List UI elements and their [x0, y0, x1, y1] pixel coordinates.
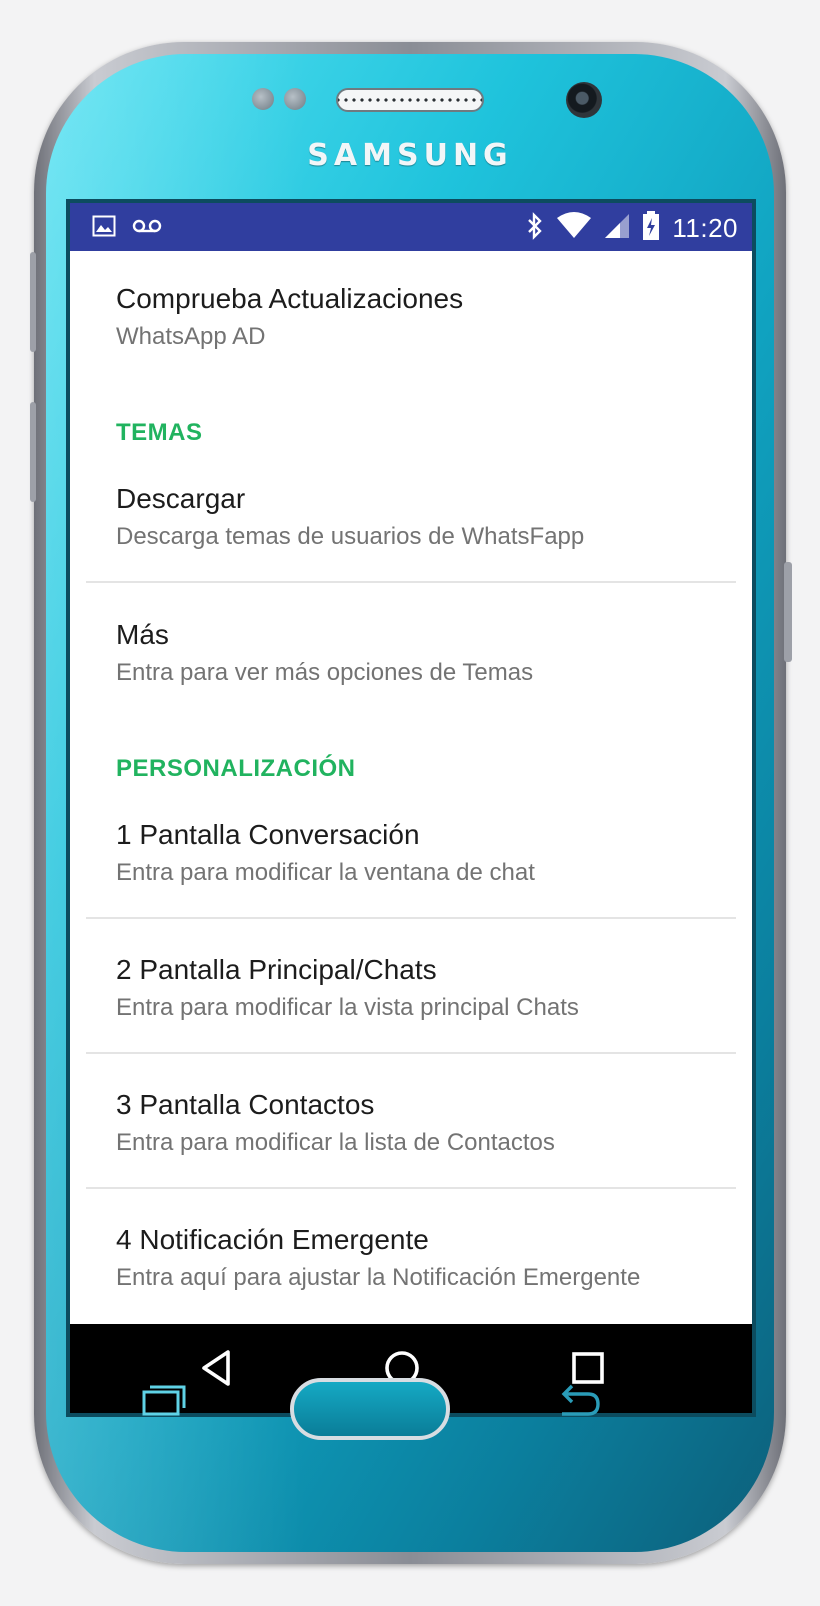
pref-pantalla-conversacion[interactable]: 1 Pantalla Conversación Entra para modif…: [86, 787, 736, 921]
pref-title: 2 Pantalla Principal/Chats: [116, 954, 437, 985]
pref-summary: Entra para modificar la ventana de chat: [116, 859, 535, 886]
category-personalizacion: PERSONALIZACIÓN: [116, 755, 356, 782]
pref-summary: Entra para modificar la lista de Contact…: [116, 1129, 555, 1156]
divider: [86, 1187, 736, 1189]
pref-title: Descargar: [116, 483, 246, 514]
signal-icon: [604, 213, 630, 244]
image-icon: [92, 215, 116, 242]
pref-summary: Entra aquí para ajustar la Notificación …: [116, 1264, 641, 1291]
pref-notificacion-emergente[interactable]: 4 Notificación Emergente Entra aquí para…: [86, 1192, 736, 1326]
pref-pantalla-principal[interactable]: 2 Pantalla Principal/Chats Entra para mo…: [86, 922, 736, 1056]
pref-summary: Entra para ver más opciones de Temas: [116, 659, 534, 686]
pref-pantalla-contactos[interactable]: 3 Pantalla Contactos Entra para modifica…: [86, 1057, 736, 1191]
battery-charging-icon: [642, 211, 660, 246]
pref-title: 1 Pantalla Conversación: [116, 819, 420, 850]
pref-descargar[interactable]: Descargar Descarga temas de usuarios de …: [86, 451, 736, 585]
light-sensor: [284, 88, 306, 110]
pref-mas[interactable]: Más Entra para ver más opciones de Temas: [86, 587, 736, 721]
pref-title: 3 Pantalla Contactos: [116, 1089, 375, 1120]
back-icon[interactable]: [194, 1344, 242, 1392]
proximity-sensor: [252, 88, 274, 110]
earpiece-speaker: [336, 88, 484, 112]
pref-title: Más: [116, 619, 169, 650]
front-camera: [566, 82, 602, 118]
pref-summary: WhatsApp AD: [116, 323, 266, 350]
status-time: 11:20: [672, 213, 738, 243]
volume-button: [30, 252, 36, 352]
category-temas: TEMAS: [116, 419, 203, 446]
hardware-recents-icon[interactable]: [142, 1384, 186, 1416]
screen: 11:20 Comprueba Actualizaciones WhatsApp…: [70, 203, 752, 1413]
status-bar: 11:20: [70, 203, 752, 251]
divider: [86, 1052, 736, 1054]
home-button[interactable]: [290, 1378, 450, 1440]
wifi-icon: [556, 212, 592, 245]
hardware-back-icon[interactable]: [554, 1384, 602, 1418]
sensors: [252, 88, 306, 110]
pref-summary: Descarga temas de usuarios de WhatsFapp: [116, 523, 585, 550]
bluetooth-icon: [526, 212, 544, 245]
voicemail-icon: [132, 218, 162, 239]
brand-logo: SAMSUNG: [307, 138, 513, 173]
divider: [86, 581, 736, 583]
pref-summary: Entra para modificar la vista principal …: [116, 994, 579, 1021]
divider: [86, 917, 736, 919]
power-button: [784, 562, 792, 662]
pref-title: Comprueba Actualizaciones: [116, 283, 464, 314]
bixby-button: [30, 402, 36, 502]
pref-title: 4 Notificación Emergente: [116, 1224, 429, 1255]
pref-check-updates[interactable]: Comprueba Actualizaciones WhatsApp AD: [86, 251, 736, 385]
